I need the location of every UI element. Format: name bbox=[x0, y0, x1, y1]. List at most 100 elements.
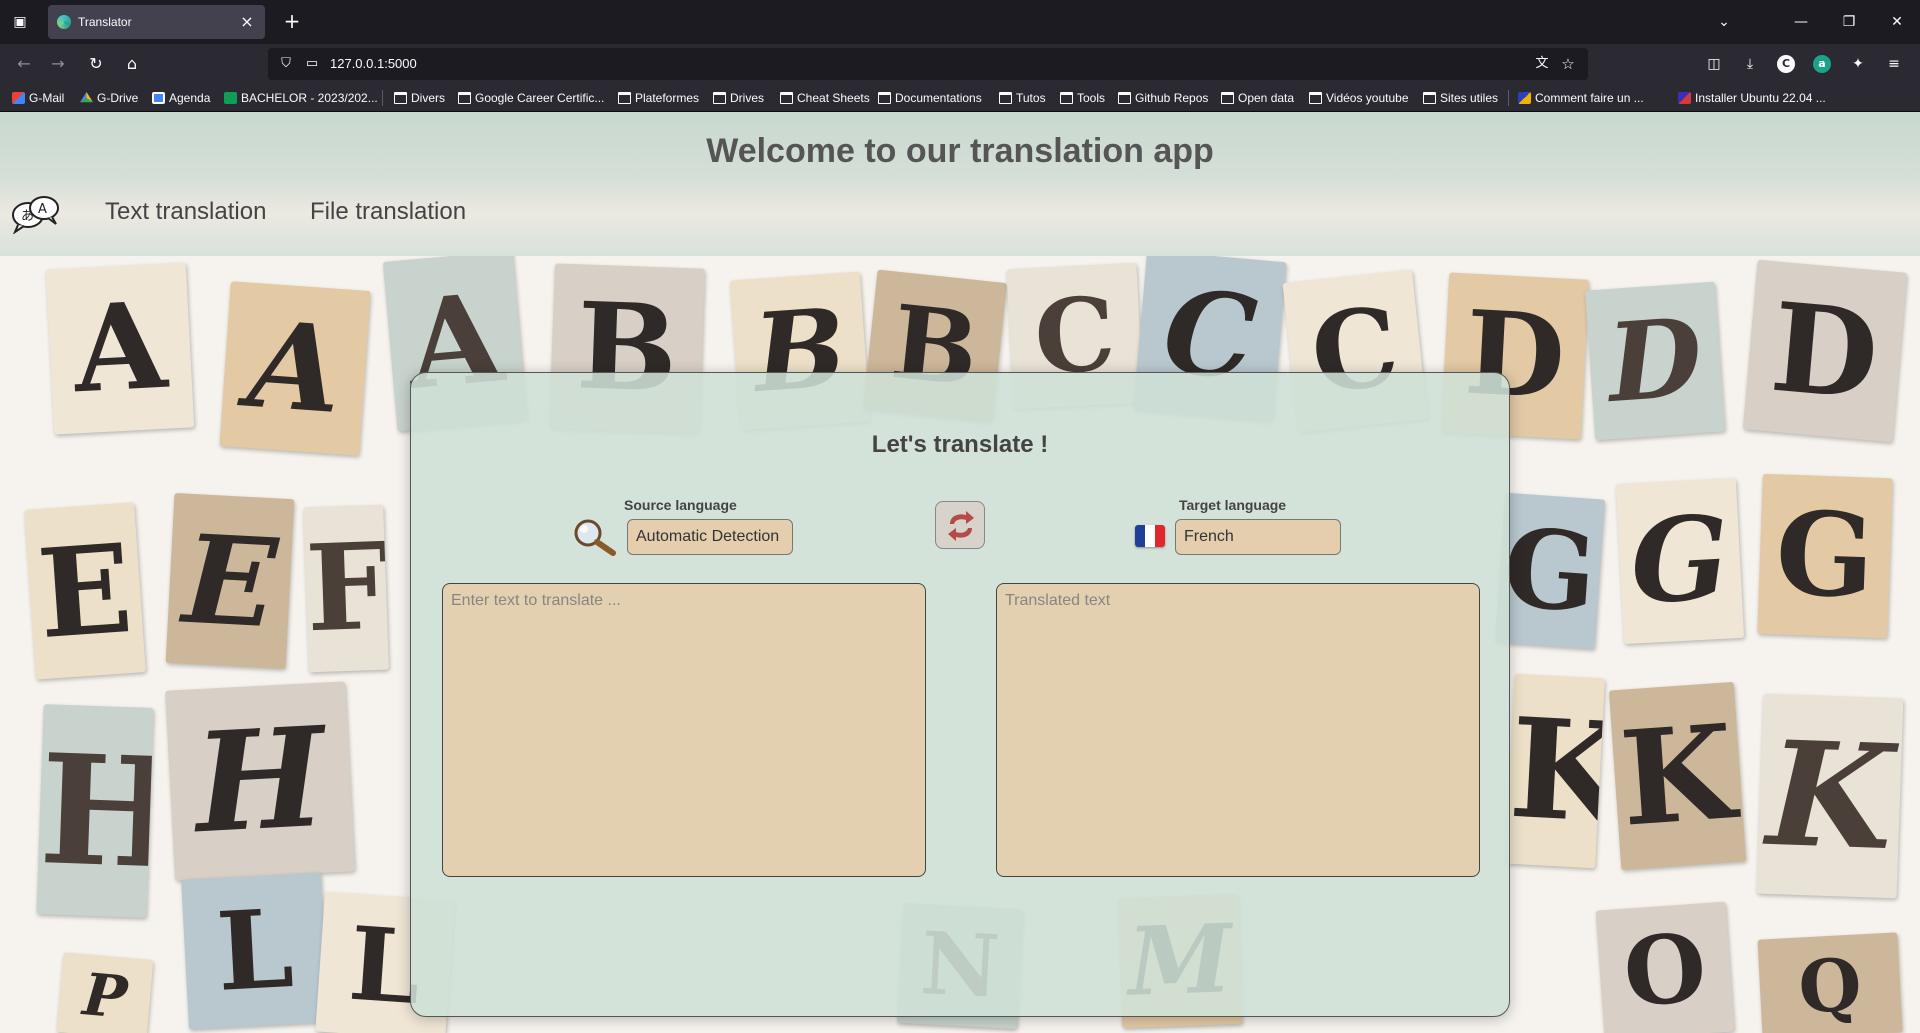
letter-tile: Q bbox=[1757, 932, 1903, 1033]
restore-window-icon[interactable]: ❐ bbox=[1826, 0, 1872, 44]
target-language-select[interactable]: French bbox=[1175, 519, 1341, 555]
new-tab-icon[interactable]: + bbox=[280, 10, 304, 34]
browser-navigation-bar: ← → ↻ ⌂ ⛉ ▭ 127.0.0.1:5000 文 ☆ ◫ ⤓ C a ✦… bbox=[0, 44, 1920, 84]
sheets-icon bbox=[224, 92, 237, 104]
bookmark-bachelor[interactable]: BACHELOR - 2023/202... bbox=[224, 90, 378, 106]
folder-icon bbox=[780, 92, 793, 104]
close-window-icon[interactable]: ✕ bbox=[1874, 0, 1920, 44]
minimize-window-icon[interactable]: — bbox=[1778, 0, 1824, 44]
bookmark-folder-google-career[interactable]: Google Career Certific... bbox=[458, 90, 604, 106]
bookmark-star-icon[interactable]: ☆ bbox=[1558, 54, 1578, 74]
bookmark-label: Sites utiles bbox=[1440, 91, 1499, 105]
tab-translator[interactable]: Translator × bbox=[48, 5, 265, 39]
letter-tile-glyph: A bbox=[244, 294, 346, 442]
forward-arrow-icon[interactable]: → bbox=[44, 50, 72, 78]
back-arrow-icon[interactable]: ← bbox=[10, 50, 38, 78]
bookmark-comment-faire[interactable]: Comment faire un ... bbox=[1518, 90, 1644, 106]
bookmark-folder-open-data[interactable]: Open data bbox=[1221, 90, 1294, 106]
svg-text:あ: あ bbox=[21, 209, 34, 224]
bookmark-folder-cheat-sheets[interactable]: Cheat Sheets bbox=[780, 90, 870, 106]
source-text-input[interactable]: Enter text to translate ... bbox=[442, 583, 926, 877]
calendar-icon bbox=[152, 92, 165, 104]
folder-icon bbox=[1118, 92, 1131, 104]
letter-tile-glyph: D bbox=[1603, 294, 1707, 428]
page-icon bbox=[1678, 92, 1691, 104]
bookmark-label: Installer Ubuntu 22.04 ... bbox=[1695, 91, 1826, 105]
translated-text-output[interactable]: Translated text bbox=[996, 583, 1480, 877]
bookmark-label: Plateformes bbox=[635, 91, 700, 105]
bookmark-label: G-Drive bbox=[97, 91, 139, 105]
letter-tile-glyph: Q bbox=[1796, 941, 1864, 1030]
bookmark-installer-ubuntu[interactable]: Installer Ubuntu 22.04 ... bbox=[1678, 90, 1826, 106]
letter-tile: E bbox=[165, 492, 295, 670]
bookmark-label: Google Career Certific... bbox=[475, 91, 605, 105]
home-icon[interactable]: ⌂ bbox=[118, 50, 146, 78]
extension-a-icon[interactable]: a bbox=[1813, 55, 1831, 73]
downloads-icon[interactable]: ⤓ bbox=[1738, 52, 1762, 76]
extension-c-icon[interactable]: C bbox=[1777, 55, 1795, 73]
letter-tile: K bbox=[1608, 681, 1747, 871]
chevron-down-icon[interactable]: ⌄ bbox=[1712, 10, 1736, 34]
bookmark-label: Tools bbox=[1077, 91, 1106, 105]
letter-tile-glyph: P bbox=[80, 960, 130, 1032]
bookmark-folder-divers[interactable]: Divers bbox=[394, 90, 445, 106]
bookmark-folder-videos-youtube[interactable]: Vidéos youtube bbox=[1309, 90, 1409, 106]
panel-title: Let's translate ! bbox=[871, 431, 1049, 458]
bookmark-folder-documentations[interactable]: Documentations bbox=[878, 90, 982, 106]
source-language-select[interactable]: Automatic Detection bbox=[627, 519, 793, 555]
swap-languages-button[interactable] bbox=[935, 501, 985, 549]
letter-tile-glyph: E bbox=[33, 515, 137, 667]
menu-hamburger-icon[interactable]: ≡ bbox=[1882, 52, 1906, 76]
bookmark-folder-tutos[interactable]: Tutos bbox=[999, 90, 1046, 106]
nav-file-translation[interactable]: File translation bbox=[310, 198, 466, 226]
bookmark-gmail[interactable]: G-Mail bbox=[12, 90, 64, 106]
folder-icon bbox=[1221, 92, 1234, 104]
letter-tile: D bbox=[1742, 259, 1908, 443]
letter-tile-glyph: K bbox=[1615, 695, 1740, 856]
extensions-puzzle-icon[interactable]: ✦ bbox=[1846, 52, 1870, 76]
bookmark-label: Agenda bbox=[169, 91, 211, 105]
shield-icon[interactable]: ⛉ bbox=[276, 54, 296, 74]
folder-icon bbox=[394, 92, 407, 104]
letter-tile-glyph: H bbox=[191, 696, 329, 865]
translate-logo-icon[interactable]: あ A bbox=[10, 194, 62, 234]
bookmark-label: Vidéos youtube bbox=[1326, 91, 1409, 105]
folder-icon bbox=[999, 92, 1012, 104]
address-bar[interactable]: ⛉ ▭ 127.0.0.1:5000 文 ☆ bbox=[268, 48, 1588, 80]
pocket-icon[interactable]: ◫ bbox=[1702, 52, 1726, 76]
folder-icon bbox=[1309, 92, 1322, 104]
folder-icon bbox=[458, 92, 471, 104]
folder-icon bbox=[713, 92, 726, 104]
folder-icon bbox=[878, 92, 891, 104]
folder-icon bbox=[618, 92, 631, 104]
bookmark-folder-drives[interactable]: Drives bbox=[713, 90, 764, 106]
letter-tile: H bbox=[165, 681, 355, 881]
bookmark-agenda[interactable]: Agenda bbox=[152, 90, 210, 106]
bookmark-folder-github-repos[interactable]: Github Repos bbox=[1118, 90, 1208, 106]
bookmark-separator bbox=[1508, 90, 1509, 106]
letter-tile: H bbox=[36, 704, 154, 918]
letter-tile: G bbox=[1494, 492, 1606, 650]
reload-icon[interactable]: ↻ bbox=[82, 50, 110, 78]
bookmark-gdrive[interactable]: G-Drive bbox=[80, 90, 138, 106]
letter-tile-glyph: H bbox=[36, 720, 154, 904]
address-url[interactable]: 127.0.0.1:5000 bbox=[330, 56, 417, 71]
letter-tile: E bbox=[24, 502, 146, 680]
tab-title: Translator bbox=[78, 15, 132, 29]
list-all-tabs-icon[interactable]: ▣ bbox=[8, 10, 32, 34]
letter-tile-glyph: E bbox=[179, 506, 281, 656]
letter-tile: A bbox=[45, 262, 195, 435]
translate-page-icon[interactable]: 文 bbox=[1532, 54, 1552, 74]
bookmark-folder-tools[interactable]: Tools bbox=[1060, 90, 1105, 106]
bookmark-folder-sites-utiles[interactable]: Sites utiles bbox=[1423, 90, 1498, 106]
letter-tile-glyph: A bbox=[70, 275, 170, 421]
close-tab-icon[interactable]: × bbox=[237, 12, 257, 32]
page-info-icon[interactable]: ▭ bbox=[302, 54, 322, 74]
bookmark-label: Comment faire un ... bbox=[1535, 91, 1644, 105]
nav-text-translation[interactable]: Text translation bbox=[105, 198, 266, 226]
bookmark-label: Documentations bbox=[895, 91, 982, 105]
letter-tile: O bbox=[1595, 901, 1735, 1033]
bookmark-folder-plateformes[interactable]: Plateformes bbox=[618, 90, 699, 106]
letter-tile: D bbox=[1584, 281, 1726, 441]
gmail-icon bbox=[12, 92, 25, 104]
